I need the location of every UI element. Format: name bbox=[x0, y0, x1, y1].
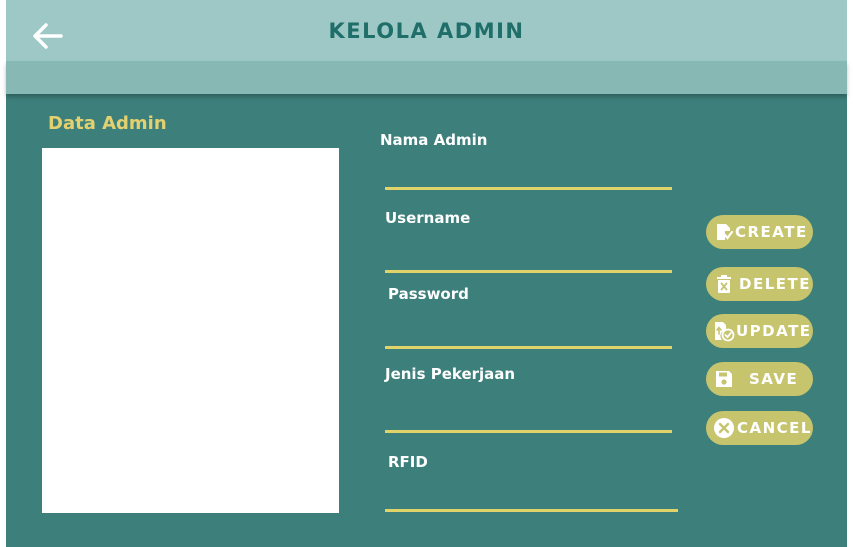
rfid-input[interactable] bbox=[385, 487, 678, 512]
username-label: Username bbox=[385, 209, 471, 227]
update-label: UPDATE bbox=[736, 322, 812, 340]
nama-admin-label: Nama Admin bbox=[380, 131, 488, 149]
data-admin-label: Data Admin bbox=[48, 113, 167, 134]
floppy-disk-icon bbox=[713, 368, 735, 390]
save-label: SAVE bbox=[749, 370, 799, 388]
page-title: KELOLA ADMIN bbox=[328, 19, 525, 43]
nama-admin-input[interactable] bbox=[385, 165, 672, 190]
username-input[interactable] bbox=[385, 248, 672, 273]
trash-icon bbox=[713, 273, 735, 295]
update-button[interactable]: UPDATE bbox=[706, 314, 813, 348]
password-input[interactable] bbox=[385, 324, 672, 349]
jenis-pekerjaan-input[interactable] bbox=[385, 408, 672, 433]
sub-bar bbox=[6, 61, 847, 94]
cancel-label: CANCEL bbox=[737, 419, 812, 437]
cancel-button[interactable]: CANCEL bbox=[706, 411, 813, 445]
update-doc-icon bbox=[713, 320, 735, 342]
password-label: Password bbox=[388, 285, 469, 303]
jenis-pekerjaan-label: Jenis Pekerjaan bbox=[385, 365, 516, 383]
create-label: CREATE bbox=[735, 223, 808, 241]
create-doc-icon bbox=[713, 221, 735, 243]
rfid-label: RFID bbox=[388, 453, 428, 471]
create-button[interactable]: CREATE bbox=[706, 215, 813, 249]
delete-button[interactable]: DELETE bbox=[706, 267, 813, 301]
delete-label: DELETE bbox=[739, 275, 811, 293]
save-button[interactable]: SAVE bbox=[706, 362, 813, 396]
cancel-circle-icon bbox=[713, 417, 735, 439]
admin-list-panel[interactable] bbox=[42, 148, 339, 513]
